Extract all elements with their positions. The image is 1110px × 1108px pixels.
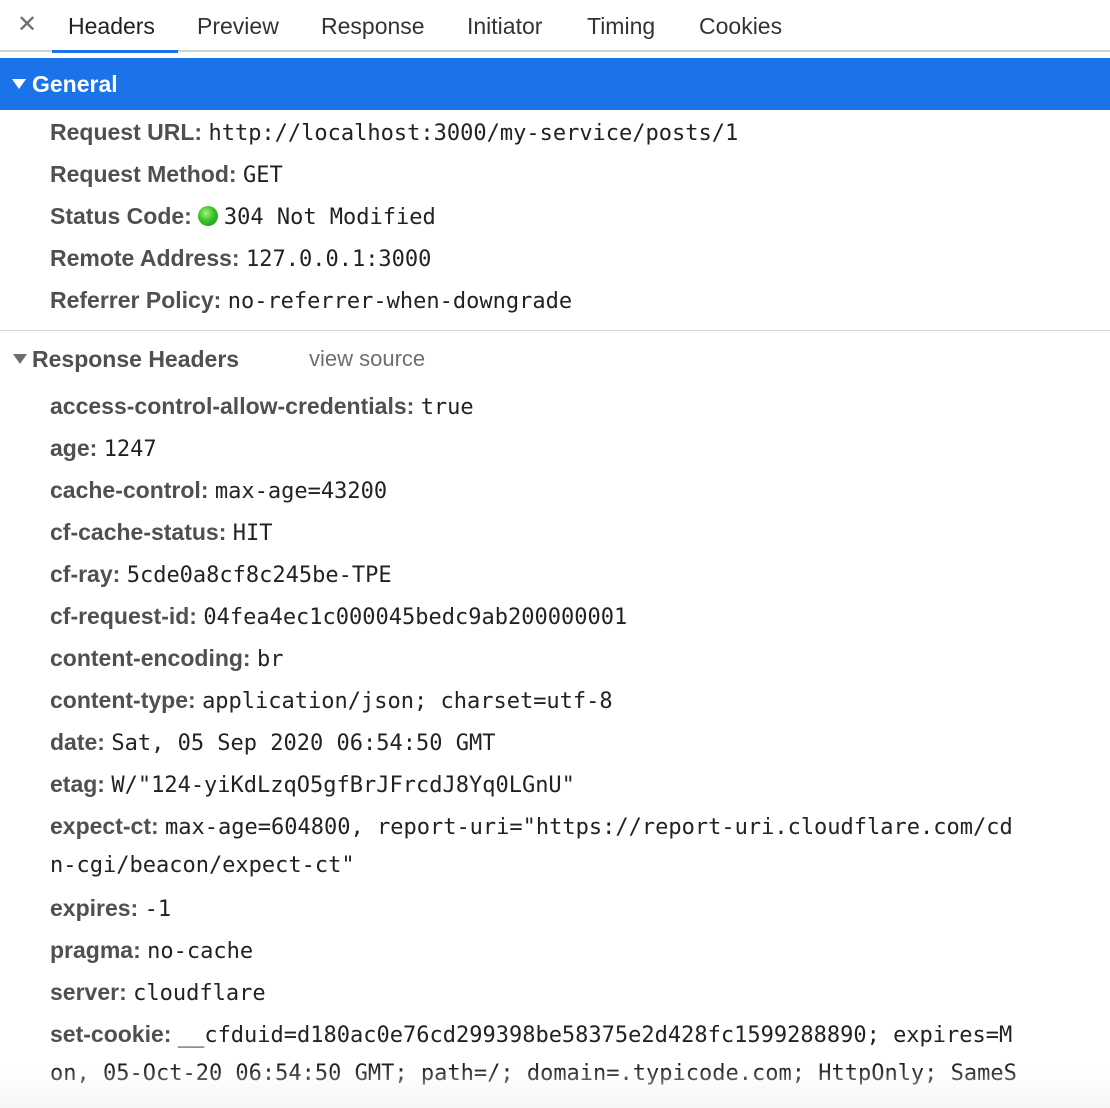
header-key: age: <box>50 435 98 461</box>
header-key: content-encoding: <box>50 645 251 671</box>
response-header-row: access-control-allow-credentials: true <box>50 391 474 423</box>
response-header-row: age: 1247 <box>50 433 157 465</box>
header-value: application/json; charset=utf-8 <box>202 689 613 714</box>
general-row-status-code: Status Code: 304 Not Modified <box>50 201 436 233</box>
header-value: -1 <box>144 897 172 922</box>
response-header-row: content-type: application/json; charset=… <box>50 685 613 717</box>
tab-cookies[interactable]: Cookies <box>699 0 782 52</box>
header-value: http://localhost:3000/my-service/posts/1 <box>208 121 739 146</box>
response-header-row: cf-cache-status: HIT <box>50 517 273 549</box>
response-header-row: expect-ct: max-age=604800, report-uri="h… <box>50 811 1013 843</box>
header-value: 304 Not Modified <box>223 205 436 230</box>
header-value: HIT <box>232 521 273 546</box>
header-value: cloudflare <box>133 981 266 1006</box>
header-value: W/"124-yiKdLzqO5gfBrJFrcdJ8Yq0LGnU" <box>111 773 575 798</box>
response-header-row: pragma: no-cache <box>50 935 253 967</box>
response-header-row: date: Sat, 05 Sep 2020 06:54:50 GMT <box>50 727 495 759</box>
response-header-row: expires: -1 <box>50 893 171 925</box>
general-row-remote-address: Remote Address: 127.0.0.1:3000 <box>50 243 431 275</box>
header-key: date: <box>50 729 105 755</box>
general-section-header[interactable]: General <box>0 58 1110 110</box>
response-header-row: cf-request-id: 04fea4ec1c000045bedc9ab20… <box>50 601 627 633</box>
general-row-request-url: Request URL: http://localhost:3000/my-se… <box>50 117 738 149</box>
tab-headers[interactable]: Headers <box>68 0 155 52</box>
scroll-fade <box>0 1068 1110 1108</box>
header-value: GET <box>242 163 283 188</box>
header-value-continuation: n-cgi/beacon/expect-ct" <box>50 853 355 878</box>
general-title: General <box>32 71 118 97</box>
header-value: max-age=604800, report-uri="https://repo… <box>165 815 1013 840</box>
header-value: 1247 <box>103 437 157 462</box>
header-value: no-referrer-when-downgrade <box>227 289 573 314</box>
header-key: expires: <box>50 895 139 921</box>
header-value: no-cache <box>147 939 254 964</box>
header-key: set-cookie: <box>50 1021 172 1047</box>
header-key: pragma: <box>50 937 141 963</box>
header-key: cache-control: <box>50 477 209 503</box>
header-value: true <box>420 395 474 420</box>
header-key: cf-ray: <box>50 561 121 587</box>
header-key: access-control-allow-credentials: <box>50 393 415 419</box>
header-value: Sat, 05 Sep 2020 06:54:50 GMT <box>111 731 496 756</box>
response-header-row: etag: W/"124-yiKdLzqO5gfBrJFrcdJ8Yq0LGnU… <box>50 769 575 801</box>
expand-triangle-icon <box>13 354 27 364</box>
response-header-row: set-cookie: __cfduid=d180ac0e76cd299398b… <box>50 1019 1012 1051</box>
tab-bar: ✕ Headers Preview Response Initiator Tim… <box>0 0 1110 53</box>
header-key: Status Code: <box>50 203 192 229</box>
response-headers-section-header[interactable]: Response Headers view source <box>0 342 1110 376</box>
tab-preview[interactable]: Preview <box>197 0 279 52</box>
header-value: 5cde0a8cf8c245be-TPE <box>126 563 392 588</box>
header-key: content-type: <box>50 687 196 713</box>
response-header-row: server: cloudflare <box>50 977 266 1009</box>
response-header-row: cf-ray: 5cde0a8cf8c245be-TPE <box>50 559 392 591</box>
tab-timing[interactable]: Timing <box>587 0 655 52</box>
header-key: Referrer Policy: <box>50 287 222 313</box>
header-key: Request Method: <box>50 161 237 187</box>
tab-initiator[interactable]: Initiator <box>467 0 542 52</box>
header-value: __cfduid=d180ac0e76cd299398be58375e2d428… <box>177 1023 1013 1048</box>
header-value: br <box>256 647 284 672</box>
header-key: cf-request-id: <box>50 603 197 629</box>
header-key: Remote Address: <box>50 245 240 271</box>
header-value: 04fea4ec1c000045bedc9ab200000001 <box>203 605 628 630</box>
header-value: 127.0.0.1:3000 <box>245 247 432 272</box>
response-headers-title: Response Headers <box>32 346 240 372</box>
header-key: expect-ct: <box>50 813 159 839</box>
header-value: max-age=43200 <box>214 479 388 504</box>
general-row-referrer-policy: Referrer Policy: no-referrer-when-downgr… <box>50 285 572 317</box>
response-header-row: content-encoding: br <box>50 643 283 675</box>
general-row-request-method: Request Method: GET <box>50 159 283 191</box>
header-key: etag: <box>50 771 105 797</box>
expand-triangle-icon <box>12 79 26 89</box>
section-divider <box>0 330 1110 331</box>
header-key: server: <box>50 979 127 1005</box>
tab-response[interactable]: Response <box>321 0 425 52</box>
header-key: Request URL: <box>50 119 203 145</box>
status-ok-icon <box>197 206 218 226</box>
view-source-link[interactable]: view source <box>309 342 425 376</box>
response-header-row: cache-control: max-age=43200 <box>50 475 387 507</box>
active-tab-indicator <box>52 50 178 53</box>
header-key: cf-cache-status: <box>50 519 227 545</box>
close-icon[interactable]: ✕ <box>16 10 38 40</box>
